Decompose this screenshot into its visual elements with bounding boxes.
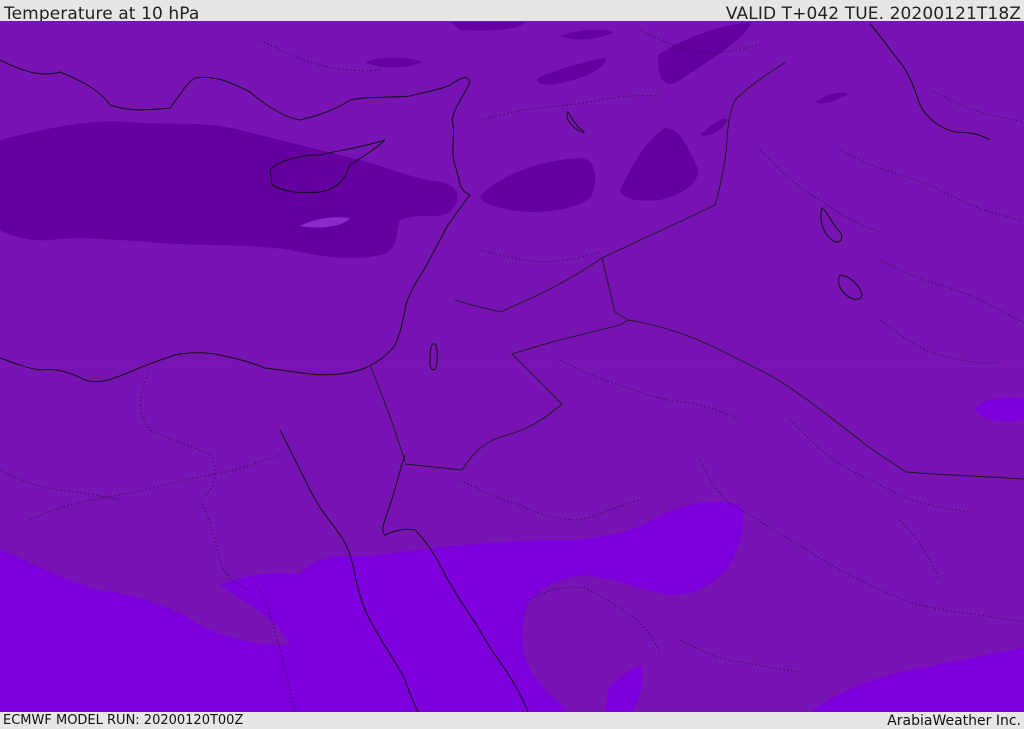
map-footer: ECMWF MODEL RUN: 20200120T00Z ArabiaWeat… xyxy=(0,712,1024,729)
model-run: ECMWF MODEL RUN: 20200120T00Z xyxy=(3,713,244,728)
weather-map xyxy=(0,21,1024,712)
map-canvas xyxy=(0,21,1024,712)
map-header: Temperature at 10 hPa VALID T+042 TUE. 2… xyxy=(0,0,1024,24)
credit: ArabiaWeather Inc. xyxy=(887,713,1021,729)
